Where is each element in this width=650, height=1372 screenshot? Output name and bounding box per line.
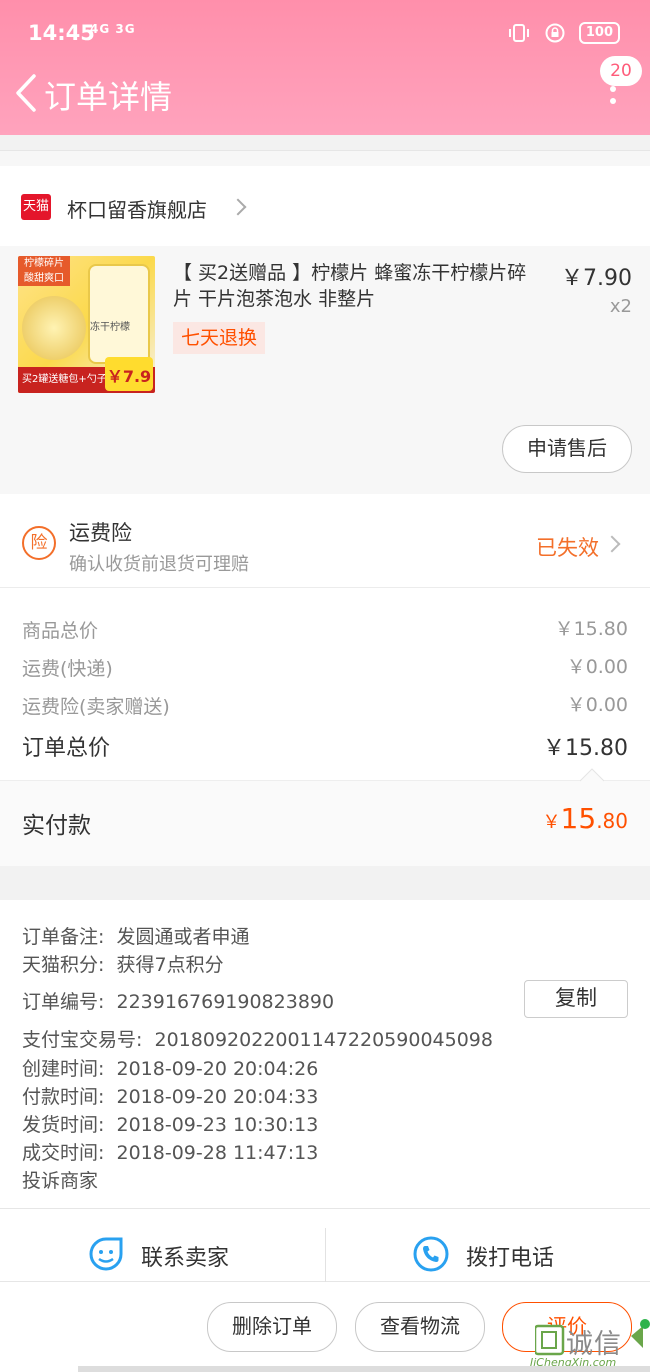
image-price: ￥7.9 bbox=[105, 357, 153, 391]
insurance-icon: 险 bbox=[22, 526, 56, 560]
status-time: 14:45 bbox=[28, 21, 95, 45]
remark-label: 订单备注: bbox=[22, 926, 105, 948]
order-total-value: ￥15.80 bbox=[543, 736, 628, 761]
copy-button[interactable]: 复制 bbox=[524, 980, 628, 1018]
page-title: 订单详情 bbox=[44, 78, 173, 116]
lemon-slices bbox=[22, 296, 86, 360]
message-badge[interactable]: 20 bbox=[600, 56, 642, 86]
back-button[interactable] bbox=[10, 70, 46, 116]
product-can bbox=[88, 264, 150, 364]
vibrate-icon bbox=[508, 24, 529, 42]
battery-indicator: 100 bbox=[578, 22, 620, 44]
paid-label: 实付款 bbox=[22, 813, 91, 839]
alipay-value: 2018092022001147220590045098 bbox=[154, 1029, 493, 1051]
more-menu-button[interactable] bbox=[606, 86, 620, 110]
remark-value: 发圆通或者申通 bbox=[116, 926, 250, 948]
paid-integer: 15 bbox=[560, 802, 597, 835]
contact-seller-button[interactable]: 联系卖家 bbox=[141, 1240, 229, 1272]
after-sale-button[interactable]: 申请售后 bbox=[502, 425, 632, 473]
chat-face-icon bbox=[89, 1237, 123, 1271]
order-total-label: 订单总价 bbox=[22, 736, 111, 761]
call-phone-button[interactable]: 拨打电话 bbox=[466, 1240, 554, 1272]
paid-time-label: 付款时间: bbox=[22, 1086, 105, 1108]
completed-label: 成交时间: bbox=[22, 1142, 105, 1164]
created-value: 2018-09-20 20:04:26 bbox=[116, 1058, 319, 1080]
product-quantity: x2 bbox=[609, 296, 632, 317]
paid-currency: ￥ bbox=[542, 812, 561, 833]
paid-time: 付款时间: 2018-09-20 20:04:33 bbox=[22, 1082, 318, 1109]
created-label: 创建时间: bbox=[22, 1058, 105, 1080]
shipping-label: 运费(快递) bbox=[22, 658, 113, 680]
product-image[interactable]: 柠檬碎片 酸甜爽口 冻干柠檬 买2罐送糖包+勺子 ￥7.9 bbox=[18, 256, 155, 393]
image-can-label: 冻干柠檬 bbox=[90, 322, 130, 333]
contact-divider bbox=[325, 1228, 326, 1282]
completed-value: 2018-09-28 11:47:13 bbox=[116, 1142, 319, 1164]
phone-icon bbox=[413, 1236, 449, 1272]
created-time: 创建时间: 2018-09-20 20:04:26 bbox=[22, 1054, 318, 1081]
alipay-label: 支付宝交易号: bbox=[22, 1029, 143, 1051]
product-title[interactable]: 【 买2送赠品 】柠檬片 蜂蜜冻干柠檬片碎片 干片泡茶泡水 非整片 bbox=[173, 260, 543, 312]
caret-up-icon bbox=[580, 768, 604, 782]
insurance-subtitle: 确认收货前退货可理赔 bbox=[69, 554, 249, 575]
product-price: ￥7.90 bbox=[561, 266, 632, 291]
delete-order-button[interactable]: 删除订单 bbox=[207, 1302, 337, 1352]
goods-total-value: ￥15.80 bbox=[554, 618, 628, 640]
goods-total-label: 商品总价 bbox=[22, 620, 99, 642]
bottom-strip bbox=[78, 1366, 650, 1372]
shipped-label: 发货时间: bbox=[22, 1114, 105, 1136]
order-number-label: 订单编号: bbox=[22, 991, 105, 1013]
store-name[interactable]: 杯口留香旗舰店 bbox=[67, 194, 207, 223]
complaint-link[interactable]: 投诉商家 bbox=[22, 1166, 98, 1193]
tmall-logo: 天猫 bbox=[21, 194, 51, 220]
lock-icon bbox=[545, 23, 565, 43]
insurance-title: 运费险 bbox=[69, 521, 132, 545]
shipped-time: 发货时间: 2018-09-23 10:30:13 bbox=[22, 1110, 318, 1137]
shipped-value: 2018-09-23 10:30:13 bbox=[116, 1114, 319, 1136]
view-logistics-button[interactable]: 查看物流 bbox=[355, 1302, 485, 1352]
order-remark: 订单备注: 发圆通或者申通 bbox=[22, 922, 250, 949]
paid-decimal: .80 bbox=[596, 809, 628, 833]
points-value: 获得7点积分 bbox=[116, 954, 224, 976]
paid-amount: ￥15.80 bbox=[543, 802, 628, 835]
top-divider bbox=[0, 150, 650, 166]
app-header: 14:45 4G 3G 100 订单详情 20 bbox=[0, 0, 650, 135]
return-policy-tag: 七天退换 bbox=[173, 322, 266, 354]
order-number-value: 223916769190823890 bbox=[116, 991, 335, 1013]
points: 天猫积分: 获得7点积分 bbox=[22, 950, 224, 977]
network-indicator: 4G 3G bbox=[90, 22, 136, 36]
completed-time: 成交时间: 2018-09-28 11:47:13 bbox=[22, 1138, 318, 1165]
shipping-value: ￥0.00 bbox=[566, 656, 628, 678]
image-tag: 柠檬碎片 酸甜爽口 bbox=[18, 256, 70, 286]
status-bar: 14:45 4G 3G 100 bbox=[0, 0, 650, 66]
order-number: 订单编号: 223916769190823890 bbox=[22, 987, 334, 1014]
insurance-status[interactable]: 已失效 bbox=[536, 532, 599, 562]
alipay-trade-no: 支付宝交易号: 2018092022001147220590045098 bbox=[22, 1025, 493, 1052]
status-icons: 100 bbox=[507, 22, 620, 44]
shipping-insurance-value: ￥0.00 bbox=[566, 694, 628, 716]
shipping-insurance-label: 运费险(卖家赠送) bbox=[22, 696, 170, 718]
points-label: 天猫积分: bbox=[22, 954, 105, 976]
paid-time-value: 2018-09-20 20:04:33 bbox=[116, 1086, 319, 1108]
